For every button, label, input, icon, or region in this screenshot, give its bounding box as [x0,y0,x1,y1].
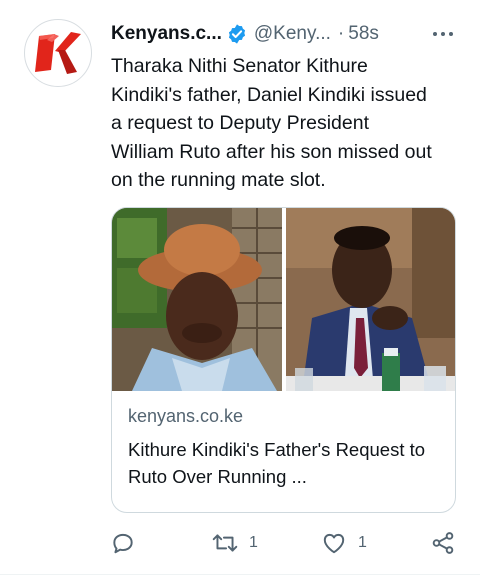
tweet-actions: 1 1 [0,528,480,558]
tweet-text: Tharaka Nithi Senator Kithure Kindiki's … [111,55,432,191]
reply-icon [113,533,133,554]
retweet-count: 1 [249,534,258,551]
tweet-header: Kenyans.c... @Keny... · 58s [111,20,456,48]
tweet[interactable]: Kenyans.c... @Keny... · 58s Tharaka Nith… [0,0,480,578]
timestamp[interactable]: 58s [348,23,379,45]
divider [0,574,480,575]
more-options-icon[interactable] [431,22,455,46]
article-image [112,208,455,391]
author-name[interactable]: Kenyans.c... [111,23,222,45]
share-icon [432,532,454,554]
retweet-button[interactable]: 1 [211,530,258,556]
separator-dot: · [337,23,345,44]
like-count: 1 [358,534,367,551]
share-button[interactable] [430,530,456,556]
card-title: Kithure Kindiki's Father's Request to Ru… [128,439,426,487]
like-button[interactable]: 1 [320,530,367,556]
card-domain: kenyans.co.ke [128,406,244,426]
link-card[interactable]: kenyans.co.ke Kithure Kindiki's Father's… [111,207,456,513]
retweet-icon [212,534,238,552]
reply-button[interactable] [110,530,136,556]
verified-badge-icon [228,24,245,44]
avatar[interactable] [24,19,92,87]
heart-icon [323,533,345,554]
kenyans-logo-icon [35,32,81,74]
author-handle[interactable]: @Keny... [254,23,331,45]
